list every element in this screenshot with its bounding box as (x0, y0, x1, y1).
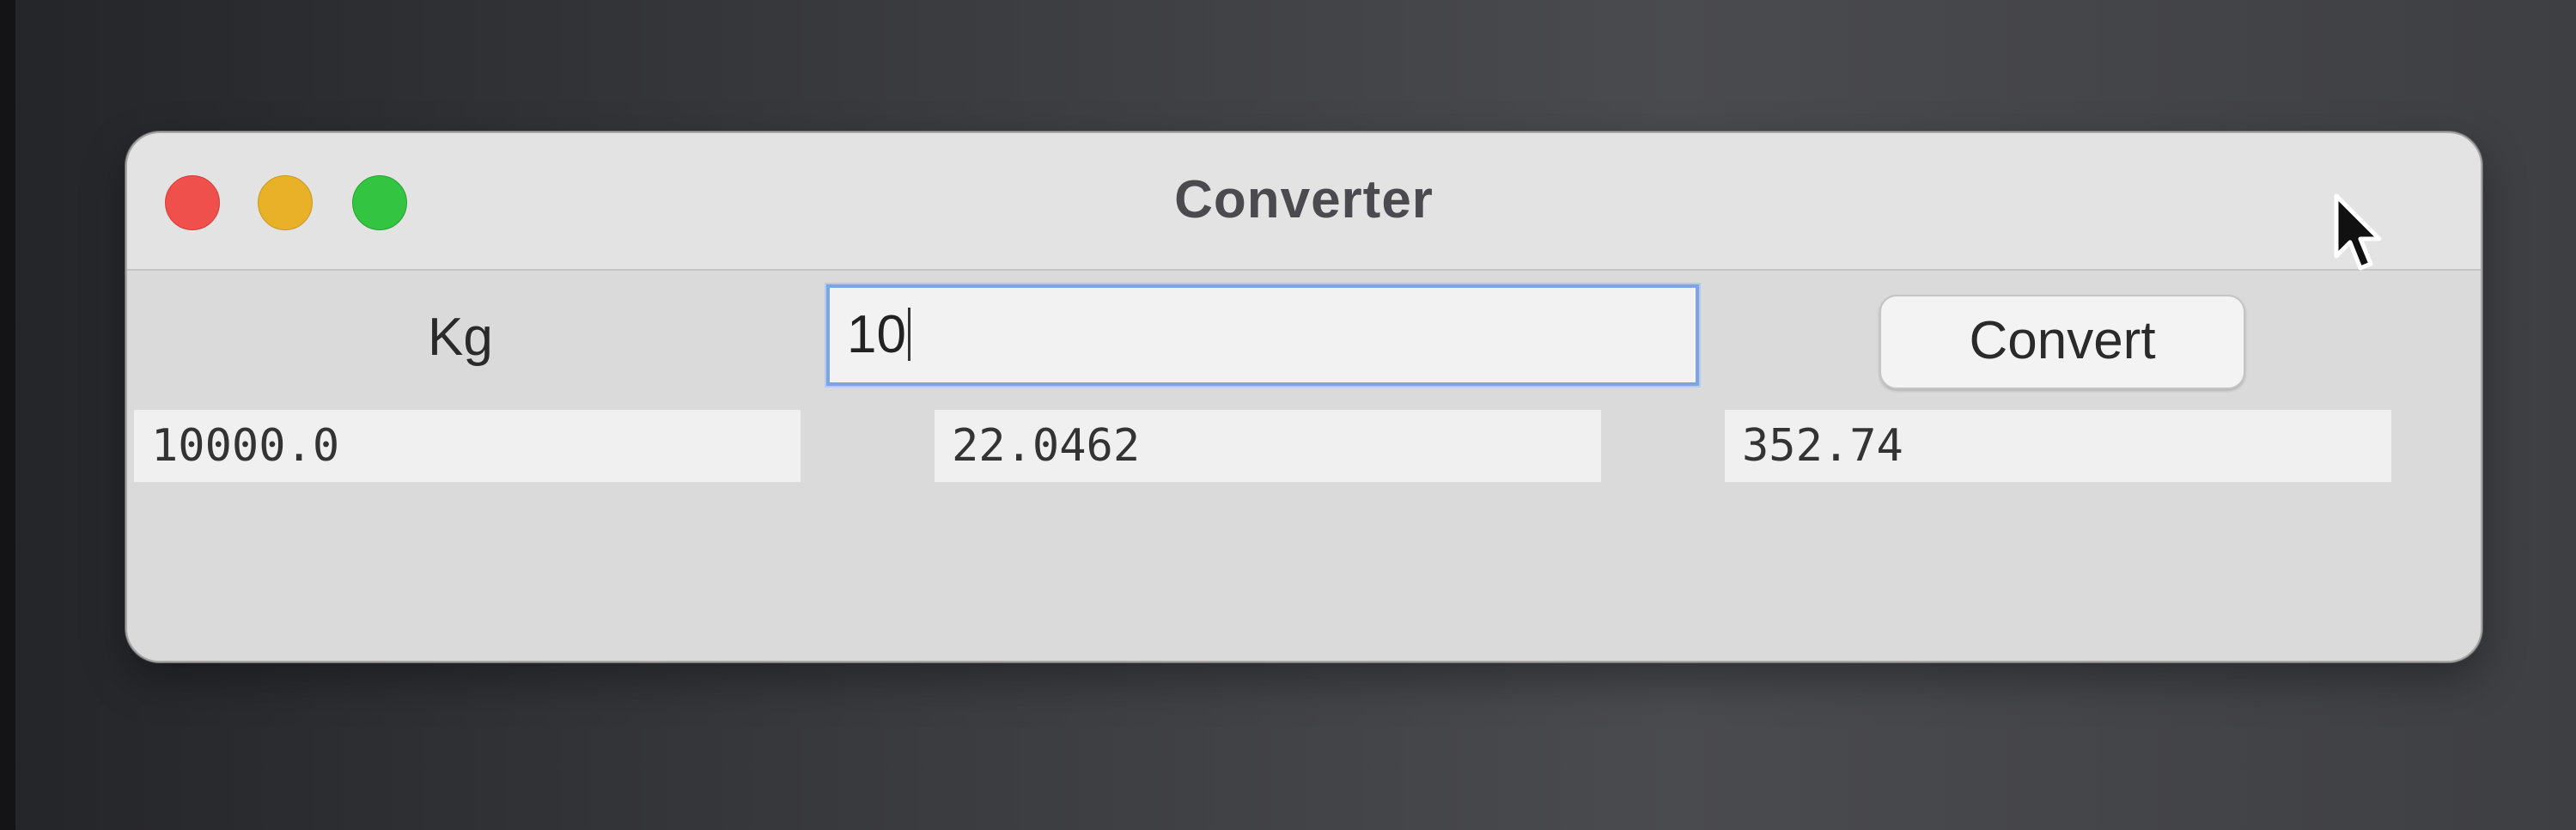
result-field-grams: 10000.0 (134, 410, 801, 482)
convert-button[interactable]: Convert (1879, 295, 2245, 389)
desktop-edge (0, 0, 15, 830)
window-title: Converter (1174, 170, 1434, 229)
result-field-pounds: 22.0462 (935, 410, 1601, 482)
weight-input[interactable]: 10 (826, 284, 1699, 386)
unit-label: Kg (428, 308, 493, 367)
converter-window: Converter Kg 10 Convert 10000.0 22.0462 … (125, 131, 2482, 662)
title-bar[interactable]: Converter (127, 133, 2481, 271)
result-field-ounces: 352.74 (1725, 410, 2391, 482)
converter-panel: Kg 10 Convert 10000.0 22.0462 352.74 (127, 271, 2481, 661)
text-caret (907, 308, 910, 361)
weight-input-value: 10 (847, 305, 906, 364)
mouse-pointer-icon (2334, 193, 2382, 271)
